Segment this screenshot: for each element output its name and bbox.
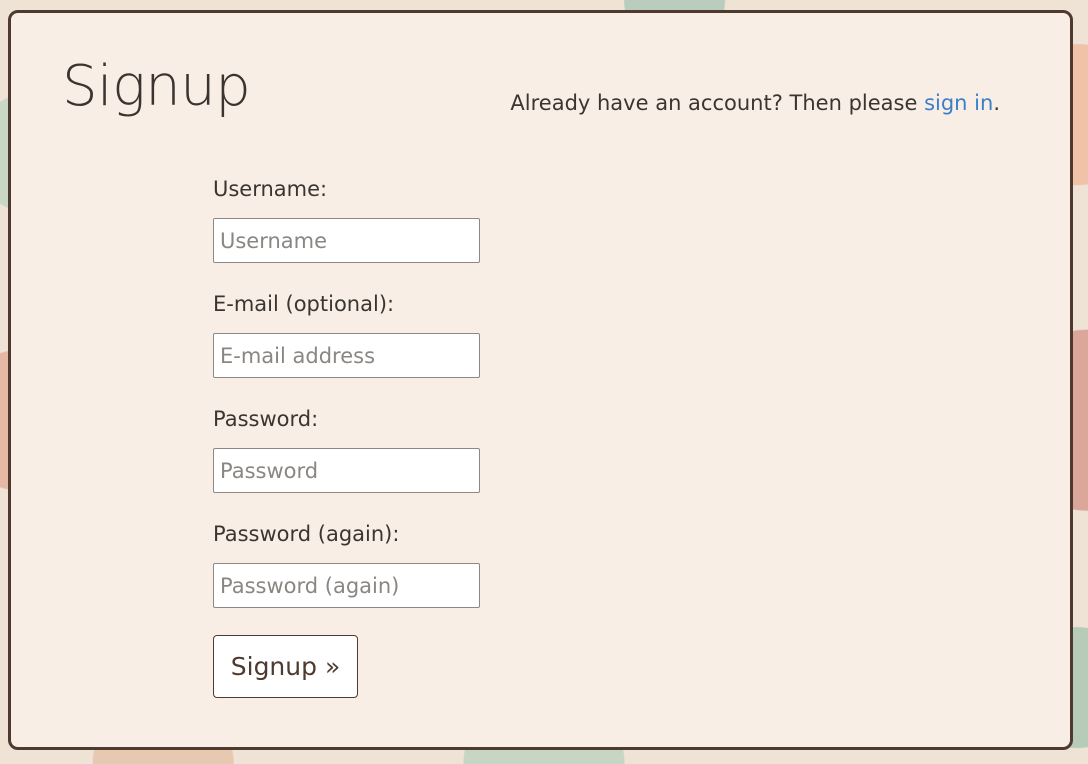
password-input[interactable] bbox=[213, 448, 480, 493]
signup-form: Username: E-mail (optional): Password: P… bbox=[213, 177, 613, 698]
signin-note: Already have an account? Then please sig… bbox=[510, 91, 1000, 115]
page-title: Signup bbox=[62, 54, 251, 119]
signin-link[interactable]: sign in bbox=[924, 91, 993, 115]
username-field-group: Username: bbox=[213, 177, 613, 263]
username-input[interactable] bbox=[213, 218, 480, 263]
signup-card: Signup Already have an account? Then ple… bbox=[8, 10, 1073, 750]
email-input[interactable] bbox=[213, 333, 480, 378]
password-again-input[interactable] bbox=[213, 563, 480, 608]
signin-prefix: Already have an account? Then please bbox=[510, 91, 925, 115]
signup-button[interactable]: Signup » bbox=[213, 635, 358, 698]
password-field-group: Password: bbox=[213, 407, 613, 493]
signin-suffix: . bbox=[993, 91, 1000, 115]
email-label: E-mail (optional): bbox=[213, 292, 395, 316]
password-again-label: Password (again): bbox=[213, 522, 400, 546]
username-label: Username: bbox=[213, 177, 328, 201]
password-again-field-group: Password (again): bbox=[213, 522, 613, 608]
password-label: Password: bbox=[213, 407, 319, 431]
email-field-group: E-mail (optional): bbox=[213, 292, 613, 378]
